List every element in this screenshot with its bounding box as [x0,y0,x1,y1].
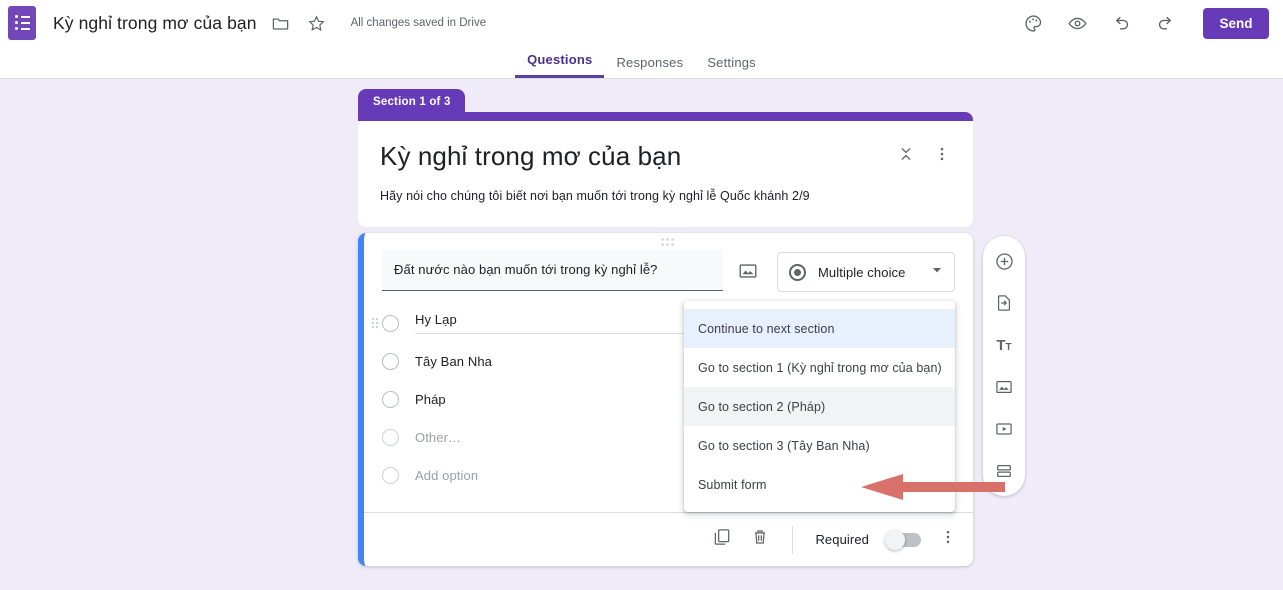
send-button[interactable]: Send [1203,8,1269,39]
tab-bar: Questions Responses Settings [0,46,1283,79]
google-forms-logo-icon[interactable] [8,6,36,40]
question-image-icon[interactable] [737,260,761,284]
form-title-card[interactable]: Kỳ nghỉ trong mơ của bạn Hãy nói cho chú… [358,112,973,227]
question-type-value: Multiple choice [818,265,931,280]
add-video-icon[interactable] [987,412,1021,446]
document-title[interactable]: Kỳ nghỉ trong mơ của bạn [53,13,257,34]
title-card-actions [897,145,951,168]
required-toggle[interactable] [887,533,921,547]
dropdown-item-section-1[interactable]: Go to section 1 (Kỳ nghỉ trong mơ của bạ… [684,348,955,387]
question-title-input[interactable]: Đất nước nào bạn muốn tới trong kỳ nghỉ … [382,249,723,291]
palette-icon[interactable] [1021,11,1045,35]
top-bar: Kỳ nghỉ trong mơ của bạn All changes sav… [0,0,1283,46]
dropdown-item-continue[interactable]: Continue to next section [684,309,955,348]
drag-handle-icon[interactable] [661,238,677,246]
option-drag-handle-icon[interactable] [372,318,381,328]
tab-responses[interactable]: Responses [604,55,695,78]
radio-unchecked-icon [382,467,399,484]
collapse-icon[interactable] [897,145,915,168]
page-title[interactable]: Kỳ nghỉ trong mơ của bạn [380,141,951,172]
save-status-text: All changes saved in Drive [351,17,487,29]
dropdown-item-section-2[interactable]: Go to section 2 (Pháp) [684,387,955,426]
more-vert-icon[interactable] [933,145,951,168]
chevron-down-icon[interactable] [931,263,943,281]
tab-questions[interactable]: Questions [515,52,604,78]
question-title-wrap: Đất nước nào bạn muốn tới trong kỳ nghỉ … [382,249,723,291]
star-icon[interactable] [305,11,329,35]
top-bar-actions: Send [1001,8,1283,39]
question-more-icon[interactable] [939,528,957,551]
folder-icon[interactable] [269,11,293,35]
trash-icon[interactable] [750,527,770,552]
eye-icon[interactable] [1065,11,1089,35]
question-footer: Required [364,512,973,566]
radio-unchecked-icon [382,353,399,370]
form-canvas: Section 1 of 3 Kỳ nghỉ trong mơ của bạn … [0,79,1283,590]
dropdown-item-section-3[interactable]: Go to section 3 (Tây Ban Nha) [684,426,955,465]
add-image-icon[interactable] [987,370,1021,404]
question-type-select[interactable]: Multiple choice [777,252,955,292]
redo-icon[interactable] [1153,11,1177,35]
red-left-arrow-icon [855,471,1005,508]
add-question-icon[interactable] [987,244,1021,278]
undo-icon[interactable] [1109,11,1133,35]
form-description[interactable]: Hãy nói cho chúng tôi biết nơi bạn muốn … [380,189,951,203]
duplicate-icon[interactable] [712,527,732,552]
required-label: Required [815,532,869,547]
radio-unchecked-icon [382,315,399,332]
side-toolbar: TT [983,236,1025,496]
radio-unchecked-icon [382,429,399,446]
import-questions-icon[interactable] [987,286,1021,320]
footer-divider [792,526,793,554]
add-title-icon[interactable]: TT [987,328,1021,362]
radio-filled-icon [789,264,806,281]
radio-unchecked-icon [382,391,399,408]
tab-settings[interactable]: Settings [695,55,768,78]
